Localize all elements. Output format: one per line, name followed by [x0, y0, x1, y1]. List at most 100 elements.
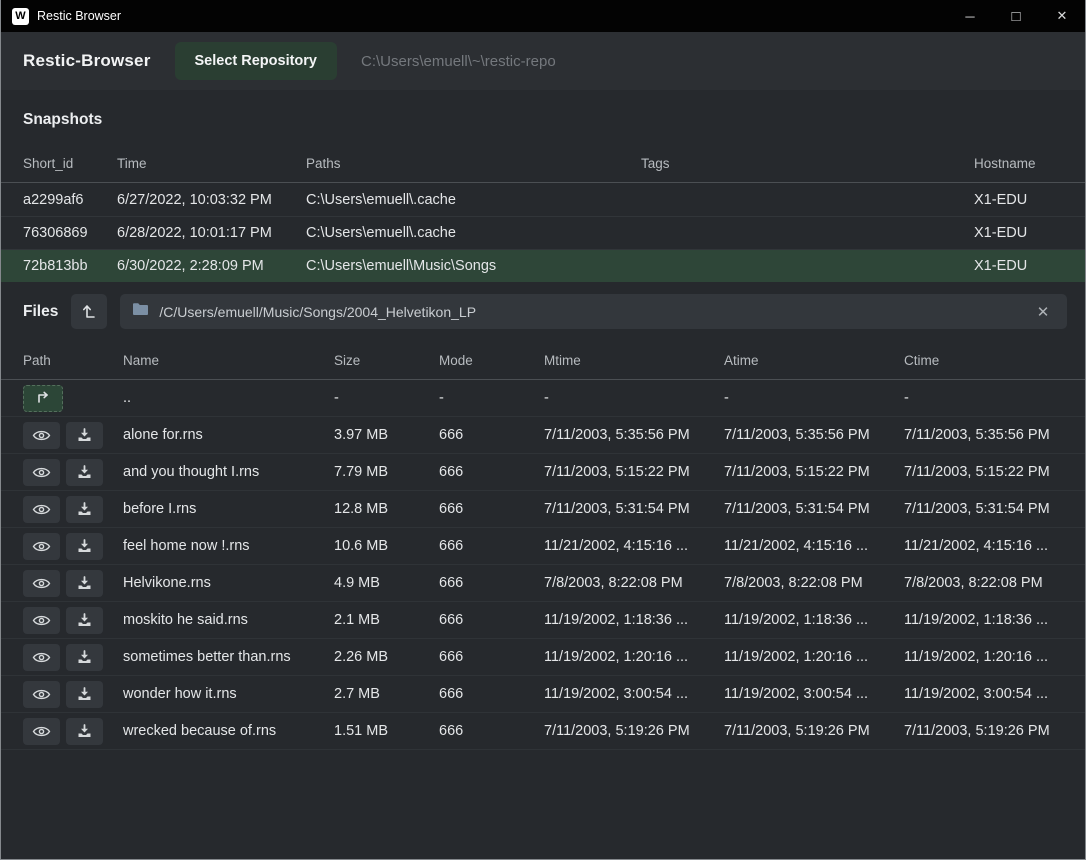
download-file-button[interactable] [66, 570, 103, 597]
download-file-button[interactable] [66, 718, 103, 745]
eye-icon [32, 503, 51, 516]
files-table-header: Path Name Size Mode Mtime Atime Ctime [1, 341, 1085, 380]
select-repository-button[interactable]: Select Repository [175, 42, 338, 80]
file-mode: 666 [439, 501, 544, 517]
file-actions [23, 459, 123, 486]
download-icon [77, 650, 92, 665]
file-atime: - [724, 390, 904, 406]
preview-file-button[interactable] [23, 570, 60, 597]
file-size: 12.8 MB [334, 501, 439, 517]
download-icon [77, 539, 92, 554]
snapshot-row[interactable]: 72b813bb6/30/2022, 2:28:09 PMC:\Users\em… [1, 249, 1085, 282]
repository-path: C:\Users\emuell\~\restic-repo [361, 53, 556, 70]
preview-file-button[interactable] [23, 718, 60, 745]
preview-file-button[interactable] [23, 607, 60, 634]
download-file-button[interactable] [66, 459, 103, 486]
preview-file-button[interactable] [23, 422, 60, 449]
file-ctime: 7/11/2003, 5:19:26 PM [904, 723, 1063, 739]
file-atime: 7/8/2003, 8:22:08 PM [724, 575, 904, 591]
file-row[interactable]: wrecked because of.rns1.51 MB6667/11/200… [1, 713, 1085, 750]
download-icon [77, 428, 92, 443]
file-row[interactable]: sometimes better than.rns2.26 MB66611/19… [1, 639, 1085, 676]
preview-file-button[interactable] [23, 496, 60, 523]
file-ctime: 7/11/2003, 5:15:22 PM [904, 464, 1063, 480]
clear-path-button[interactable]: ✕ [1031, 300, 1055, 324]
minimize-button[interactable]: ─ [947, 0, 993, 32]
col-mtime: Mtime [544, 353, 724, 368]
parent-directory-row[interactable]: ..----- [1, 380, 1085, 417]
file-mode: 666 [439, 575, 544, 591]
snapshot-time: 6/30/2022, 2:28:09 PM [117, 258, 306, 274]
col-time: Time [117, 156, 306, 171]
file-atime: 7/11/2003, 5:15:22 PM [724, 464, 904, 480]
close-button[interactable]: ✕ [1039, 0, 1085, 32]
file-size: 2.1 MB [334, 612, 439, 628]
file-ctime: 11/21/2002, 4:15:16 ... [904, 538, 1063, 554]
download-file-button[interactable] [66, 607, 103, 634]
file-mtime: 7/11/2003, 5:19:26 PM [544, 723, 724, 739]
file-mode: 666 [439, 686, 544, 702]
preview-file-button[interactable] [23, 533, 60, 560]
file-ctime: 11/19/2002, 3:00:54 ... [904, 686, 1063, 702]
file-actions [23, 681, 123, 708]
file-atime: 11/19/2002, 3:00:54 ... [724, 686, 904, 702]
download-file-button[interactable] [66, 422, 103, 449]
snapshot-row[interactable]: a2299af66/27/2022, 10:03:32 PMC:\Users\e… [1, 183, 1085, 216]
snapshot-hostname: X1-EDU [974, 225, 1063, 241]
files-table-body: ..-----alone for.rns3.97 MB6667/11/2003,… [1, 380, 1085, 750]
file-row[interactable]: feel home now !.rns10.6 MB66611/21/2002,… [1, 528, 1085, 565]
file-actions [23, 644, 123, 671]
file-actions [23, 607, 123, 634]
eye-icon [32, 651, 51, 664]
file-mode: 666 [439, 464, 544, 480]
file-ctime: 11/19/2002, 1:20:16 ... [904, 649, 1063, 665]
file-size: 1.51 MB [334, 723, 439, 739]
preview-file-button[interactable] [23, 681, 60, 708]
file-mtime: 7/11/2003, 5:35:56 PM [544, 427, 724, 443]
snapshot-short-id: a2299af6 [23, 192, 117, 208]
file-size: - [334, 390, 439, 406]
file-atime: 7/11/2003, 5:35:56 PM [724, 427, 904, 443]
download-icon [77, 687, 92, 702]
file-row[interactable]: moskito he said.rns2.1 MB66611/19/2002, … [1, 602, 1085, 639]
download-file-button[interactable] [66, 644, 103, 671]
snapshot-hostname: X1-EDU [974, 192, 1063, 208]
file-row[interactable]: wonder how it.rns2.7 MB66611/19/2002, 3:… [1, 676, 1085, 713]
file-actions [23, 533, 123, 560]
file-ctime: 7/11/2003, 5:31:54 PM [904, 501, 1063, 517]
file-mtime: 11/21/2002, 4:15:16 ... [544, 538, 724, 554]
snapshot-row[interactable]: 763068696/28/2022, 10:01:17 PMC:\Users\e… [1, 216, 1085, 249]
go-to-parent-button[interactable] [23, 385, 63, 412]
folder-icon [132, 302, 149, 321]
file-row[interactable]: alone for.rns3.97 MB6667/11/2003, 5:35:5… [1, 417, 1085, 454]
file-row[interactable]: Helvikone.rns4.9 MB6667/8/2003, 8:22:08 … [1, 565, 1085, 602]
app-header: Restic-Browser Select Repository C:\User… [1, 32, 1085, 90]
download-file-button[interactable] [66, 496, 103, 523]
preview-file-button[interactable] [23, 459, 60, 486]
file-mode: 666 [439, 538, 544, 554]
files-heading: Files [23, 303, 58, 321]
current-path-value: /C/Users/emuell/Music/Songs/2004_Helveti… [159, 304, 1021, 320]
app-window: W Restic Browser ─ □ ✕ Restic-Browser Se… [0, 0, 1086, 860]
preview-file-button[interactable] [23, 644, 60, 671]
file-size: 10.6 MB [334, 538, 439, 554]
current-path-input[interactable]: /C/Users/emuell/Music/Songs/2004_Helveti… [120, 294, 1067, 329]
file-ctime: 7/11/2003, 5:35:56 PM [904, 427, 1063, 443]
file-mtime: - [544, 390, 724, 406]
maximize-button[interactable]: □ [993, 0, 1039, 32]
go-up-directory-button[interactable] [71, 294, 107, 329]
download-icon [77, 576, 92, 591]
download-file-button[interactable] [66, 681, 103, 708]
file-actions [23, 496, 123, 523]
file-row[interactable]: and you thought I.rns7.79 MB6667/11/2003… [1, 454, 1085, 491]
file-actions [23, 570, 123, 597]
file-mode: 666 [439, 723, 544, 739]
eye-icon [32, 429, 51, 442]
window-controls: ─ □ ✕ [947, 0, 1085, 32]
file-atime: 11/21/2002, 4:15:16 ... [724, 538, 904, 554]
file-atime: 11/19/2002, 1:18:36 ... [724, 612, 904, 628]
download-file-button[interactable] [66, 533, 103, 560]
file-row[interactable]: before I.rns12.8 MB6667/11/2003, 5:31:54… [1, 491, 1085, 528]
file-ctime: - [904, 390, 1063, 406]
snapshots-heading: Snapshots [1, 90, 1085, 144]
